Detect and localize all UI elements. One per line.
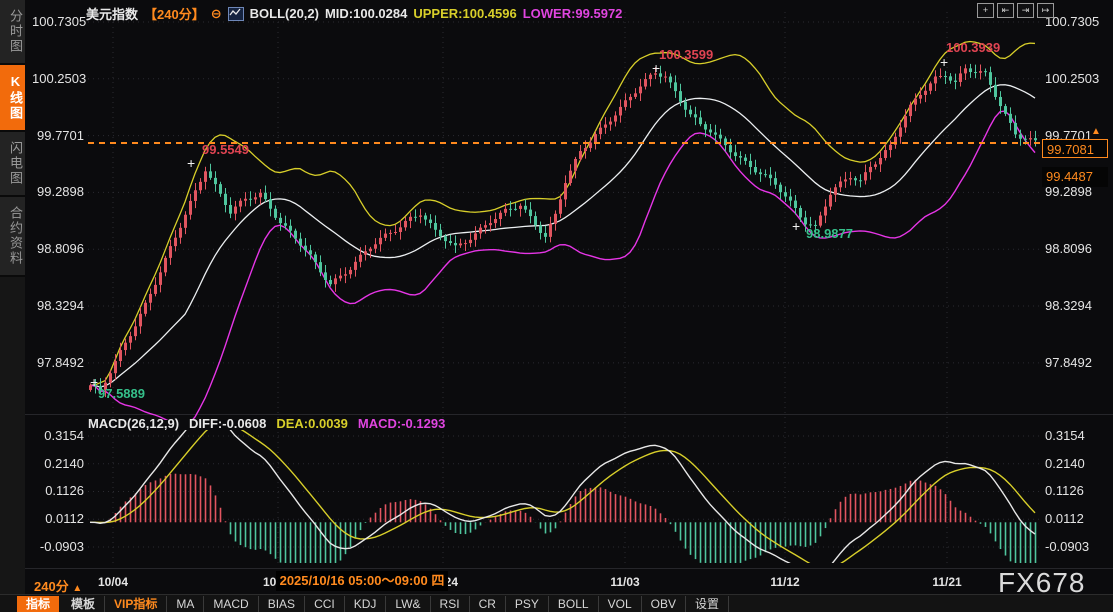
macd-axis-label-left: 0.2140 [32, 456, 84, 471]
indicator-tab-BOLL[interactable]: BOLL [549, 596, 599, 612]
sidebar-item-contract-info[interactable]: 合约资料 [0, 197, 25, 277]
current-price-box: 99.7081 [1042, 139, 1108, 158]
extreme-cross-marker-icon: + [90, 374, 98, 390]
price-axis-label-left: 99.7701 [32, 128, 84, 143]
price-axis-label-left: 100.2503 [32, 71, 84, 86]
indicator-tab-BIAS[interactable]: BIAS [259, 596, 305, 612]
period-selector[interactable]: 240分 ▲ [34, 576, 82, 595]
boll-lower-value: LOWER:99.5972 [523, 6, 623, 21]
macd-axis-label-right: 0.3154 [1045, 428, 1085, 443]
kline-macd-chart-canvas[interactable] [0, 0, 1113, 612]
macd-axis-label-right: 0.2140 [1045, 456, 1085, 471]
crosshair-date-tooltip: 2025/10/16 05:00～09:00 四 [276, 571, 448, 591]
price-axis-label-left: 100.7305 [32, 14, 84, 29]
indicator-tab-MA[interactable]: MA [167, 596, 204, 612]
sidebar-item-time-chart[interactable]: 分时图 [0, 0, 25, 65]
price-axis-label-right: 97.8492 [1045, 355, 1092, 370]
macd-label: MACD(26,12,9) [88, 416, 179, 431]
date-axis-label: 10/04 [98, 575, 128, 589]
macd-header: MACD(26,12,9) DIFF:-0.0608 DEA:0.0039 MA… [88, 416, 445, 431]
extreme-cross-marker-icon: + [187, 155, 195, 171]
price-axis-label-right: 98.8096 [1045, 241, 1092, 256]
price-extreme-annotation: 100.3939 [946, 40, 1000, 55]
extreme-cross-marker-icon: + [652, 60, 660, 76]
macd-axis-label-left: 0.1126 [32, 483, 84, 498]
macd-axis-label-left: -0.0903 [32, 539, 84, 554]
chart-header: 美元指数 【240分】 ⊖ BOLL(20,2) MID:100.0284 UP… [86, 4, 622, 23]
indicator-tab-指标[interactable]: 指标 [17, 596, 59, 612]
extreme-cross-marker-icon: + [940, 54, 948, 70]
date-axis-label: 11/12 [770, 575, 799, 589]
date-axis-label: 11/03 [610, 575, 639, 589]
macd-axis-label-right: -0.0903 [1045, 539, 1089, 554]
price-axis-label-right: 100.2503 [1045, 71, 1099, 86]
macd-axis-label-left: 0.3154 [32, 428, 84, 443]
period-text: 240分 [34, 579, 69, 594]
price-extreme-annotation: 99.5549 [202, 142, 249, 157]
chart-mode-sidebar: 分时图 K线图 闪电图 合约资料 [0, 0, 25, 594]
indicator-tab-模板[interactable]: 模板 [62, 596, 105, 612]
period-label: 【240分】 [144, 4, 205, 23]
kline-type-icon[interactable] [228, 7, 244, 21]
sidebar-item-kline-chart[interactable]: K线图 [0, 65, 25, 132]
indicator-tab-OBV[interactable]: OBV [642, 596, 686, 612]
macd-diff-value: DIFF:-0.0608 [189, 416, 266, 431]
price-axis-label-left: 99.2898 [32, 184, 84, 199]
price-extreme-annotation: 97.5889 [98, 386, 145, 401]
price-extreme-annotation: 98.9877 [806, 226, 853, 241]
indicator-tab-设置[interactable]: 设置 [686, 596, 729, 612]
price-axis-label-left: 97.8492 [32, 355, 84, 370]
reference-price-box: 99.4487 [1042, 167, 1108, 187]
indicator-tab-KDJ[interactable]: KDJ [345, 596, 387, 612]
date-axis-label: 11/21 [932, 575, 961, 589]
price-axis-label-right: 98.3294 [1045, 298, 1092, 313]
extreme-cross-marker-icon: + [792, 218, 800, 234]
price-extreme-annotation: 100.3599 [659, 47, 713, 62]
pan-right-icon[interactable]: ↦ [1037, 3, 1054, 18]
indicator-tab-MACD[interactable]: MACD [204, 596, 258, 612]
indicator-tab-RSI[interactable]: RSI [431, 596, 470, 612]
period-arrow-icon: ▲ [72, 583, 82, 594]
indicator-tab-LW&[interactable]: LW& [386, 596, 430, 612]
macd-dea-value: DEA:0.0039 [276, 416, 348, 431]
indicator-tab-PSY[interactable]: PSY [506, 596, 549, 612]
macd-axis-label-right: 0.1126 [1045, 483, 1084, 498]
collapse-indicator-icon[interactable]: ⊖ [211, 6, 222, 22]
macd-axis-label-right: 0.0112 [1045, 511, 1084, 526]
scale-right-icon[interactable]: ⇥ [1017, 3, 1034, 18]
indicator-tab-CR[interactable]: CR [470, 596, 506, 612]
price-scroll-arrow-icon[interactable]: ▲ [1091, 126, 1101, 137]
indicator-tab-VOL[interactable]: VOL [599, 596, 642, 612]
indicator-tab-CCI[interactable]: CCI [305, 596, 345, 612]
chart-toolbar-icons: + ⇤ ⇥ ↦ [977, 3, 1054, 18]
boll-upper-value: UPPER:100.4596 [413, 6, 516, 21]
macd-macd-value: MACD:-0.1293 [358, 416, 445, 431]
chart-application-window: 分时图 K线图 闪电图 合约资料 美元指数 【240分】 ⊖ BOLL(20,2… [0, 0, 1113, 612]
indicator-toolbar: 指标模板VIP指标MAMACDBIASCCIKDJLW&RSICRPSYBOLL… [0, 594, 1113, 612]
price-axis-label-left: 98.3294 [32, 298, 84, 313]
boll-label: BOLL(20,2) [250, 6, 319, 21]
indicator-tab-VIP指标[interactable]: VIP指标 [105, 596, 167, 612]
macd-axis-label-left: 0.0112 [32, 511, 84, 526]
price-axis-label-left: 98.8096 [32, 241, 84, 256]
symbol-name: 美元指数 [86, 4, 138, 23]
sidebar-item-flash-chart[interactable]: 闪电图 [0, 132, 25, 197]
crosshair-icon[interactable]: + [977, 3, 994, 18]
scale-left-icon[interactable]: ⇤ [997, 3, 1014, 18]
boll-mid-value: MID:100.0284 [325, 6, 407, 21]
